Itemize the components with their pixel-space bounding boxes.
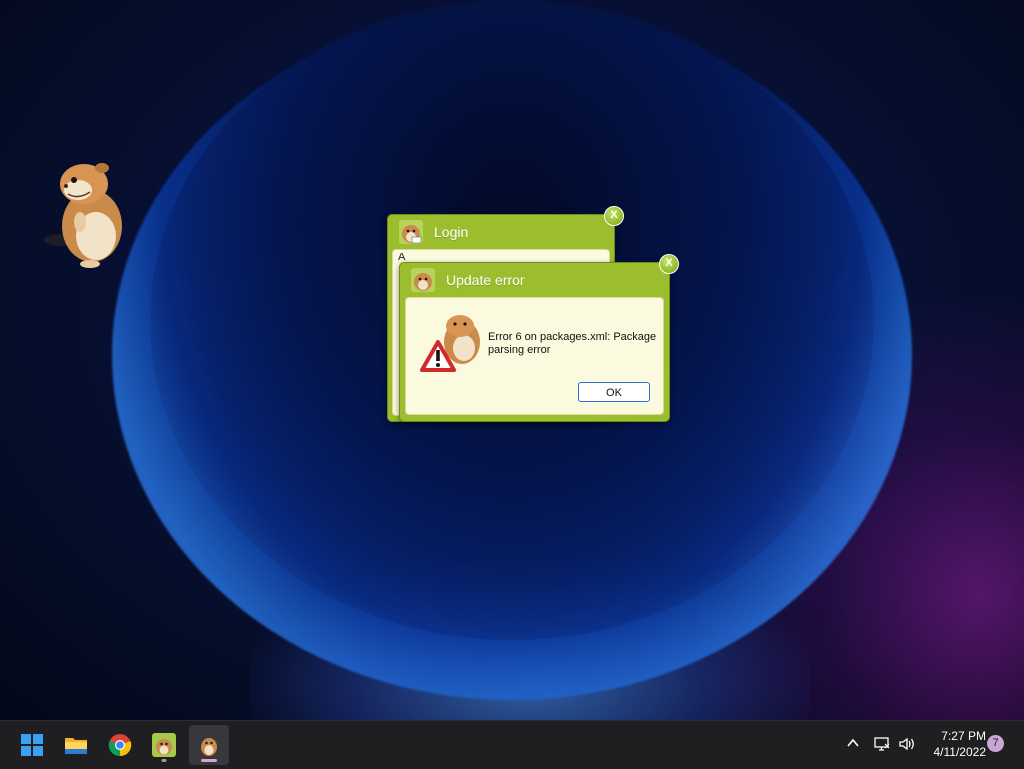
update-panel: Error 6 on packages.xml: Package parsing… xyxy=(405,297,664,415)
update-error-window[interactable]: Update error X Error 6 on packages.xml: … xyxy=(399,254,679,422)
error-message: Error 6 on packages.xml: Package parsing… xyxy=(488,331,657,356)
login-title: Login xyxy=(434,224,469,240)
folder-icon xyxy=(65,738,87,754)
hamster-running-button[interactable] xyxy=(189,725,229,765)
clock-time: 7:27 PM xyxy=(941,729,986,743)
update-titlebar[interactable]: Update error xyxy=(400,263,669,295)
ok-button[interactable]: OK xyxy=(578,382,650,402)
login-label-stub: A xyxy=(398,253,406,261)
active-indicator xyxy=(201,759,217,762)
chrome-button[interactable] xyxy=(100,725,140,765)
volume-icon[interactable] xyxy=(898,736,916,752)
hamster-app-icon xyxy=(201,738,217,756)
hamster-app-icon xyxy=(152,733,176,757)
update-close-button[interactable]: X xyxy=(659,254,679,274)
hamster-pet-icon[interactable] xyxy=(40,160,130,268)
clock[interactable]: 7:27 PM 4/11/2022 xyxy=(922,728,987,760)
network-icon[interactable] xyxy=(873,736,891,752)
file-explorer-button[interactable] xyxy=(56,725,96,765)
clock-date: 4/11/2022 xyxy=(933,745,987,759)
chevron-up-icon[interactable] xyxy=(845,735,861,751)
login-close-button[interactable]: X xyxy=(604,206,624,226)
chrome-icon xyxy=(108,734,132,757)
taskbar xyxy=(0,720,1024,769)
update-title: Update error xyxy=(446,272,525,288)
windows-logo-icon xyxy=(21,734,43,756)
hamster-warning-icon xyxy=(420,315,480,372)
hamster-window-icon xyxy=(411,268,435,292)
running-indicator xyxy=(161,759,167,762)
hamster-app-button[interactable] xyxy=(144,725,184,765)
notification-badge[interactable]: 7 xyxy=(987,735,1004,752)
desktop-background: Login X A Update error X Error 6 on pack… xyxy=(0,0,1024,720)
hamster-window-icon xyxy=(399,220,423,244)
login-titlebar[interactable]: Login xyxy=(388,215,614,247)
start-button[interactable] xyxy=(12,725,52,765)
